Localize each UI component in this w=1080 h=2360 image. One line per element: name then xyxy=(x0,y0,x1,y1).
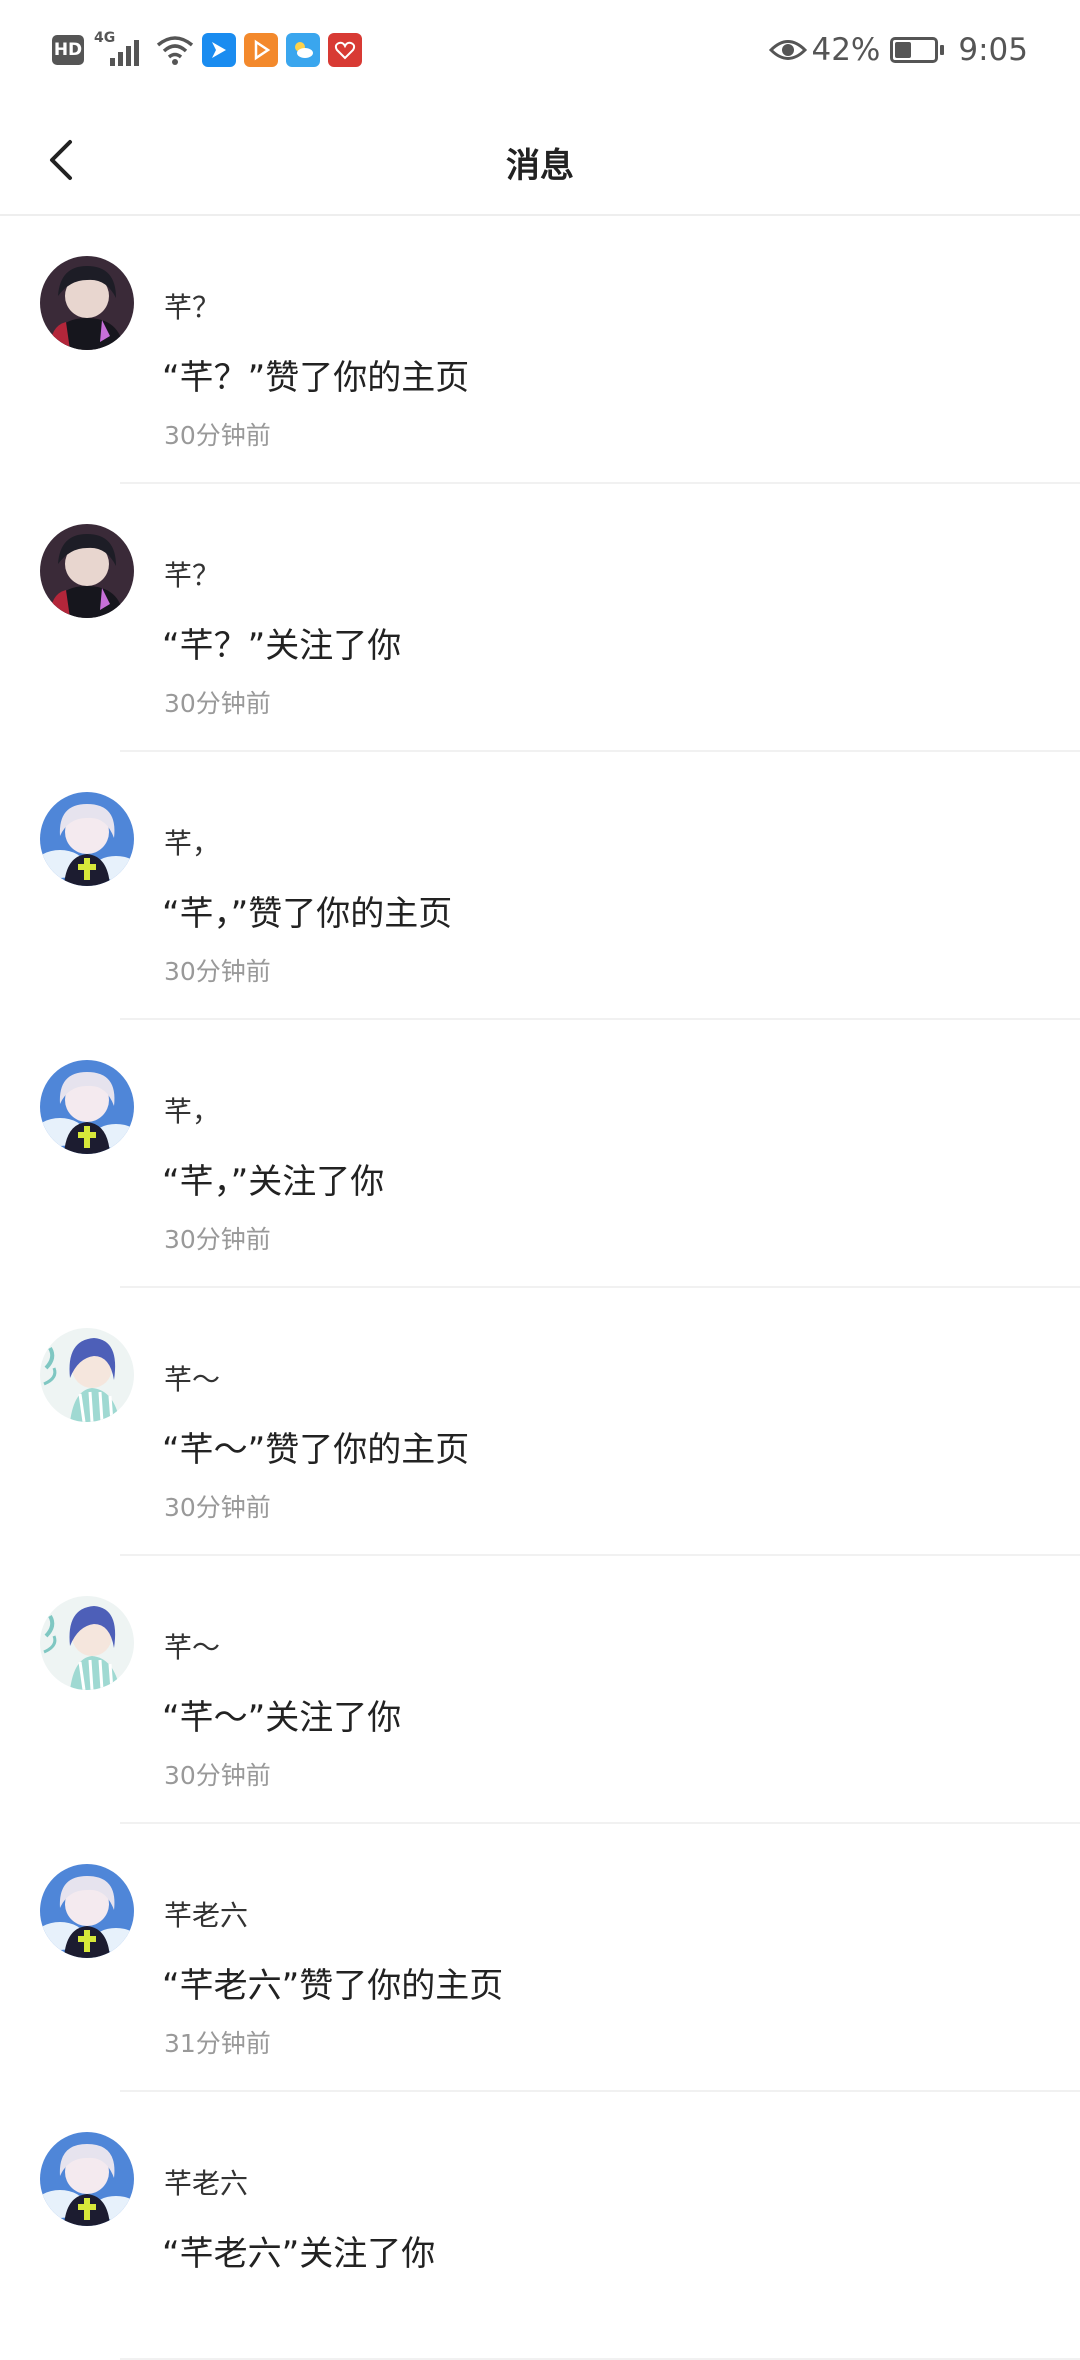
message-text: “芊老六”关注了你 xyxy=(162,2234,436,2274)
message-time: 30分钟前 xyxy=(164,1761,271,1790)
clock-time: 9:05 xyxy=(958,32,1028,68)
message-time: 30分钟前 xyxy=(164,689,271,718)
sender-name: 芊， xyxy=(164,827,221,860)
avatar[interactable] xyxy=(40,524,134,618)
message-time: 30分钟前 xyxy=(164,957,271,986)
eye-comfort-icon xyxy=(769,40,808,60)
message-text: “芊，”赞了你的主页 xyxy=(162,894,453,934)
message-text: “芊，”关注了你 xyxy=(162,1162,385,1202)
message-text: “芊？”关注了你 xyxy=(162,626,402,666)
weather-app-icon xyxy=(286,33,320,67)
avatar[interactable] xyxy=(40,256,134,350)
message-text: “芊～”关注了你 xyxy=(162,1698,402,1738)
signal-icon: 4G xyxy=(94,30,148,68)
sender-name: 芊？ xyxy=(164,559,221,592)
sender-name: 芊， xyxy=(164,1095,221,1128)
avatar[interactable] xyxy=(40,1328,134,1422)
play-app-icon xyxy=(244,33,278,67)
sender-name: 芊？ xyxy=(164,291,221,324)
message-item[interactable]: 芊？ “芊？”赞了你的主页 30分钟前 xyxy=(0,216,1080,484)
avatar[interactable] xyxy=(40,1596,134,1690)
message-text: “芊～”赞了你的主页 xyxy=(162,1430,470,1470)
hd-indicator: HD xyxy=(52,35,84,65)
sender-name: 芊～ xyxy=(164,1363,221,1396)
message-item[interactable]: 芊～ “芊～”赞了你的主页 30分钟前 xyxy=(0,1288,1080,1556)
avatar[interactable] xyxy=(40,1060,134,1154)
avatar[interactable] xyxy=(40,2132,134,2226)
page-title: 消息 xyxy=(506,146,574,186)
status-left: HD 4G xyxy=(52,30,370,68)
message-time: 30分钟前 xyxy=(164,421,271,450)
status-right: 42% 9:05 xyxy=(769,32,1028,68)
message-item[interactable]: 芊， “芊，”赞了你的主页 30分钟前 xyxy=(0,752,1080,1020)
message-text: “芊？”赞了你的主页 xyxy=(162,358,470,398)
battery-percent: 42% xyxy=(811,32,881,68)
message-item[interactable]: 芊？ “芊？”关注了你 30分钟前 xyxy=(0,484,1080,752)
message-item[interactable]: 芊， “芊，”关注了你 30分钟前 xyxy=(0,1020,1080,1288)
message-time: 30分钟前 xyxy=(164,1225,271,1254)
message-time: 31分钟前 xyxy=(164,2029,271,2058)
heart-app-icon xyxy=(328,33,362,67)
wifi-icon xyxy=(156,36,194,65)
message-time: 30分钟前 xyxy=(164,1493,271,1522)
bird-app-icon xyxy=(202,33,236,67)
sender-name: 芊～ xyxy=(164,1631,221,1664)
sender-name: 芊老六 xyxy=(164,1899,249,1932)
status-bar: HD 4G 42% 9:05 xyxy=(0,0,1080,100)
message-item[interactable]: 芊老六 “芊老六”赞了你的主页 31分钟前 xyxy=(0,1824,1080,2092)
message-text: “芊老六”赞了你的主页 xyxy=(162,1966,504,2006)
sender-name: 芊老六 xyxy=(164,2167,249,2200)
battery-icon xyxy=(890,37,946,63)
avatar[interactable] xyxy=(40,1864,134,1958)
message-item[interactable]: 芊老六 “芊老六”关注了你 xyxy=(0,2092,1080,2360)
message-item[interactable]: 芊～ “芊～”关注了你 30分钟前 xyxy=(0,1556,1080,1824)
message-list: 芊？ “芊？”赞了你的主页 30分钟前 芊？ “芊？”关注了你 30分钟前 芊， “芊，”… xyxy=(0,216,1080,2360)
avatar[interactable] xyxy=(40,792,134,886)
page-header: 消息 xyxy=(0,100,1080,216)
